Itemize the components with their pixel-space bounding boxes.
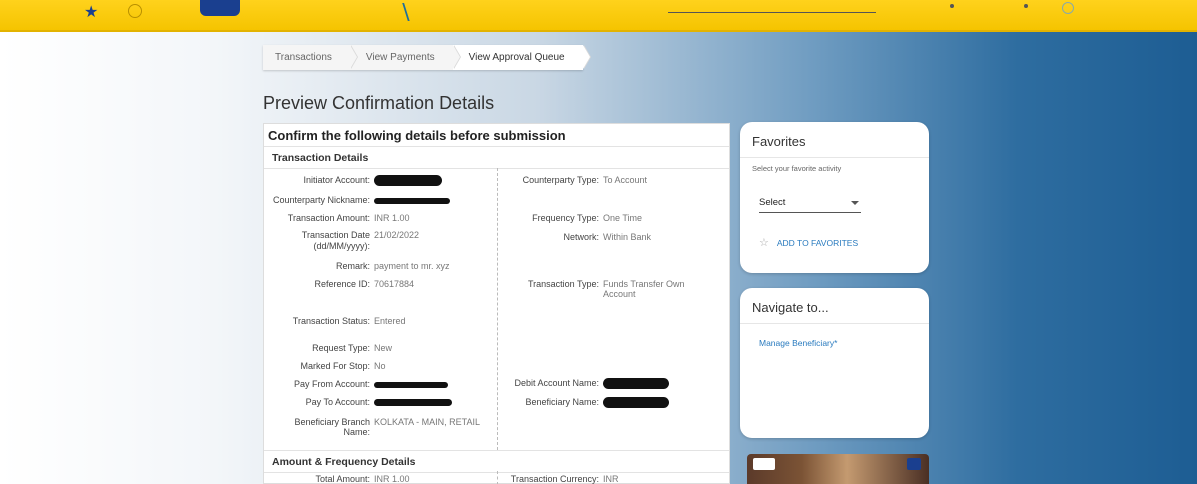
page-title: Preview Confirmation Details (263, 93, 495, 113)
field-beneficiary-name: Beneficiary Name: (497, 397, 669, 409)
field-pay-to-account: Pay To Account: (264, 397, 452, 407)
logo-mark-icon: ★ (84, 4, 99, 21)
add-to-favorites-label: ADD TO FAVORITES (776, 237, 859, 248)
field-transaction-date: Transaction Date (dd/MM/yyyy): 21/02/202… (301, 230, 420, 251)
favorites-subtitle: Select your favorite activity (752, 164, 842, 173)
field-network: Network: Within Bank (563, 232, 652, 242)
swoosh-icon: ∖ (398, 0, 413, 25)
confirmation-card: Confirm the following details before sub… (263, 123, 730, 484)
favorites-panel: Favorites Select your favorite activity … (740, 122, 929, 273)
field-request-type: Request Type: New (312, 343, 393, 353)
bank-logo[interactable] (200, 0, 240, 16)
select-value: Select (759, 197, 786, 208)
menu-dot-icon[interactable] (1024, 4, 1028, 8)
field-counterparty-type: Counterparty Type: To Account (522, 175, 648, 185)
field-transaction-amount: Transaction Amount: INR 1.00 (287, 213, 410, 223)
redacted-value (374, 197, 450, 204)
favorites-title: Favorites (740, 122, 929, 158)
redacted-value (603, 378, 669, 390)
search-field[interactable] (668, 12, 876, 13)
field-debit-account-name: Debit Account Name: (497, 378, 669, 390)
favorites-select[interactable]: Select (759, 196, 861, 213)
field-initiator-account: Initiator Account: (264, 175, 442, 187)
navigate-panel: Navigate to... Manage Beneficiary* (740, 288, 929, 438)
bank-logo-icon (907, 458, 921, 470)
chevron-down-icon (851, 201, 859, 205)
redacted-value (374, 175, 442, 187)
field-transaction-type: Transaction Type: Funds Transfer Own Acc… (527, 279, 685, 299)
field-frequency-type: Frequency Type: One Time (532, 213, 643, 223)
add-to-favorites-button[interactable]: ☆ ADD TO FAVORITES (759, 236, 858, 249)
card-header: Confirm the following details before sub… (264, 124, 729, 147)
promo-banner[interactable] (747, 454, 929, 484)
breadcrumb: Transactions View Payments View Approval… (263, 45, 591, 70)
manage-beneficiary-link[interactable]: Manage Beneficiary* (740, 324, 929, 362)
profile-icon[interactable] (1062, 2, 1074, 14)
field-pay-from-account: Pay From Account: (264, 379, 448, 389)
field-transaction-status: Transaction Status: Entered (292, 316, 406, 326)
header-bar: ★ ∖ (0, 0, 1197, 32)
star-icon: ☆ (759, 237, 769, 249)
field-reference-id: Reference ID: 70617884 (314, 279, 415, 289)
field-transaction-currency: Transaction Currency: INR (510, 474, 619, 484)
field-beneficiary-branch-name: Beneficiary Branch Name: KOLKATA - MAIN,… (294, 417, 481, 437)
field-marked-for-stop: Marked For Stop: No (300, 361, 386, 371)
menu-dot-icon[interactable] (950, 4, 954, 8)
hexagon-icon (128, 4, 142, 18)
navigate-title: Navigate to... (740, 288, 929, 324)
breadcrumb-transactions[interactable]: Transactions (263, 45, 358, 70)
redacted-value (374, 399, 452, 407)
field-total-amount: Total Amount: INR 1.00 (315, 474, 410, 484)
section-title-transaction-details: Transaction Details (264, 147, 729, 169)
field-remark: Remark: payment to mr. xyz (335, 261, 450, 271)
redacted-value (374, 381, 448, 388)
banner-logo (753, 458, 775, 470)
breadcrumb-view-payments[interactable]: View Payments (349, 45, 461, 70)
amount-frequency-section: Amount & Frequency Details (264, 450, 729, 473)
breadcrumb-view-approval-queue[interactable]: View Approval Queue (452, 45, 591, 70)
redacted-value (603, 397, 669, 409)
field-counterparty-nickname: Counterparty Nickname: (264, 195, 450, 205)
section-title-amount-frequency: Amount & Frequency Details (264, 450, 729, 473)
